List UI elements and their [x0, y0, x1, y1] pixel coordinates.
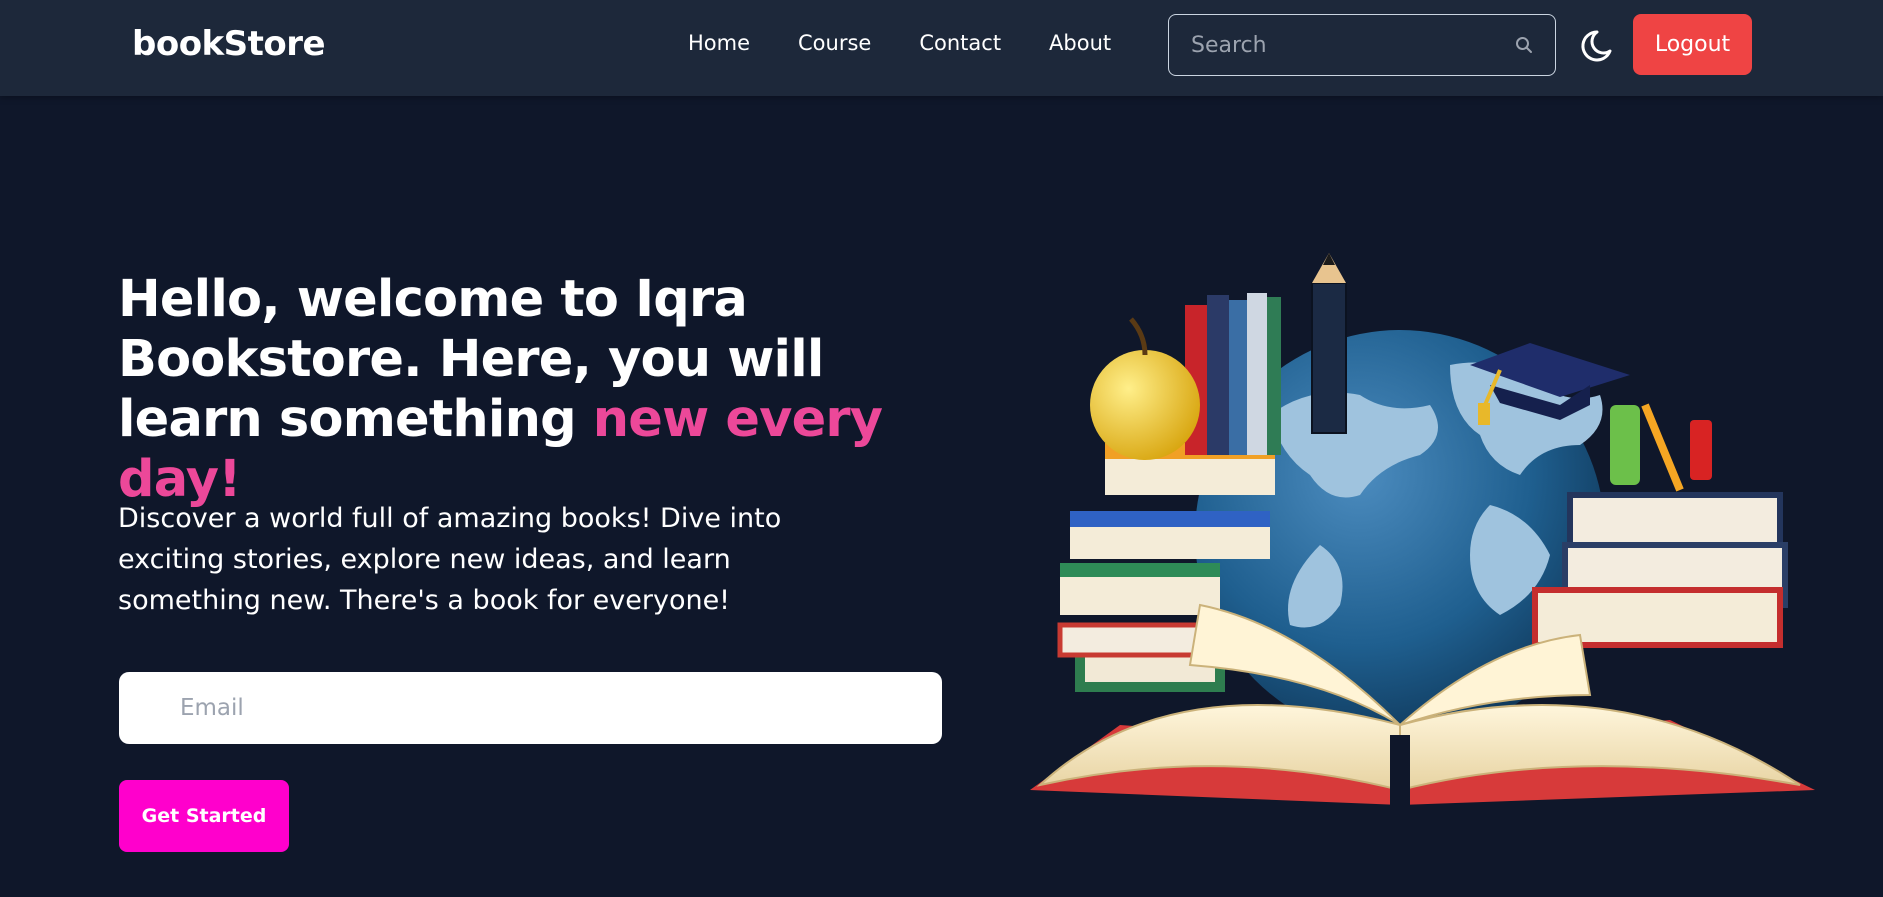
hero-title: Hello, welcome to Iqra Bookstore. Here, … — [118, 270, 958, 510]
logout-button[interactable]: Logout — [1633, 14, 1752, 75]
brand-logo[interactable]: bookStore — [132, 24, 326, 64]
hero-description: Discover a world full of amazing books! … — [118, 503, 782, 616]
moon-icon[interactable] — [1576, 26, 1616, 66]
nav-link-home[interactable]: Home — [688, 31, 750, 55]
nav-link-contact[interactable]: Contact — [919, 31, 1001, 55]
search-input[interactable] — [1191, 27, 1491, 63]
search-icon[interactable] — [1514, 35, 1534, 55]
navbar: bookStore Home Course Contact About Logo… — [0, 0, 1883, 96]
standing-books — [1185, 293, 1281, 455]
nav-link-about[interactable]: About — [1049, 31, 1111, 55]
nav-link-course[interactable]: Course — [798, 31, 871, 55]
search-box — [1168, 14, 1556, 76]
email-field[interactable] — [119, 672, 942, 744]
books-globe-illustration — [1030, 253, 1815, 805]
get-started-button[interactable]: Get Started — [119, 780, 289, 852]
pencil-shape — [1311, 253, 1347, 434]
apple-shape — [1090, 317, 1200, 460]
nav-links: Home Course Contact About — [688, 31, 1159, 55]
